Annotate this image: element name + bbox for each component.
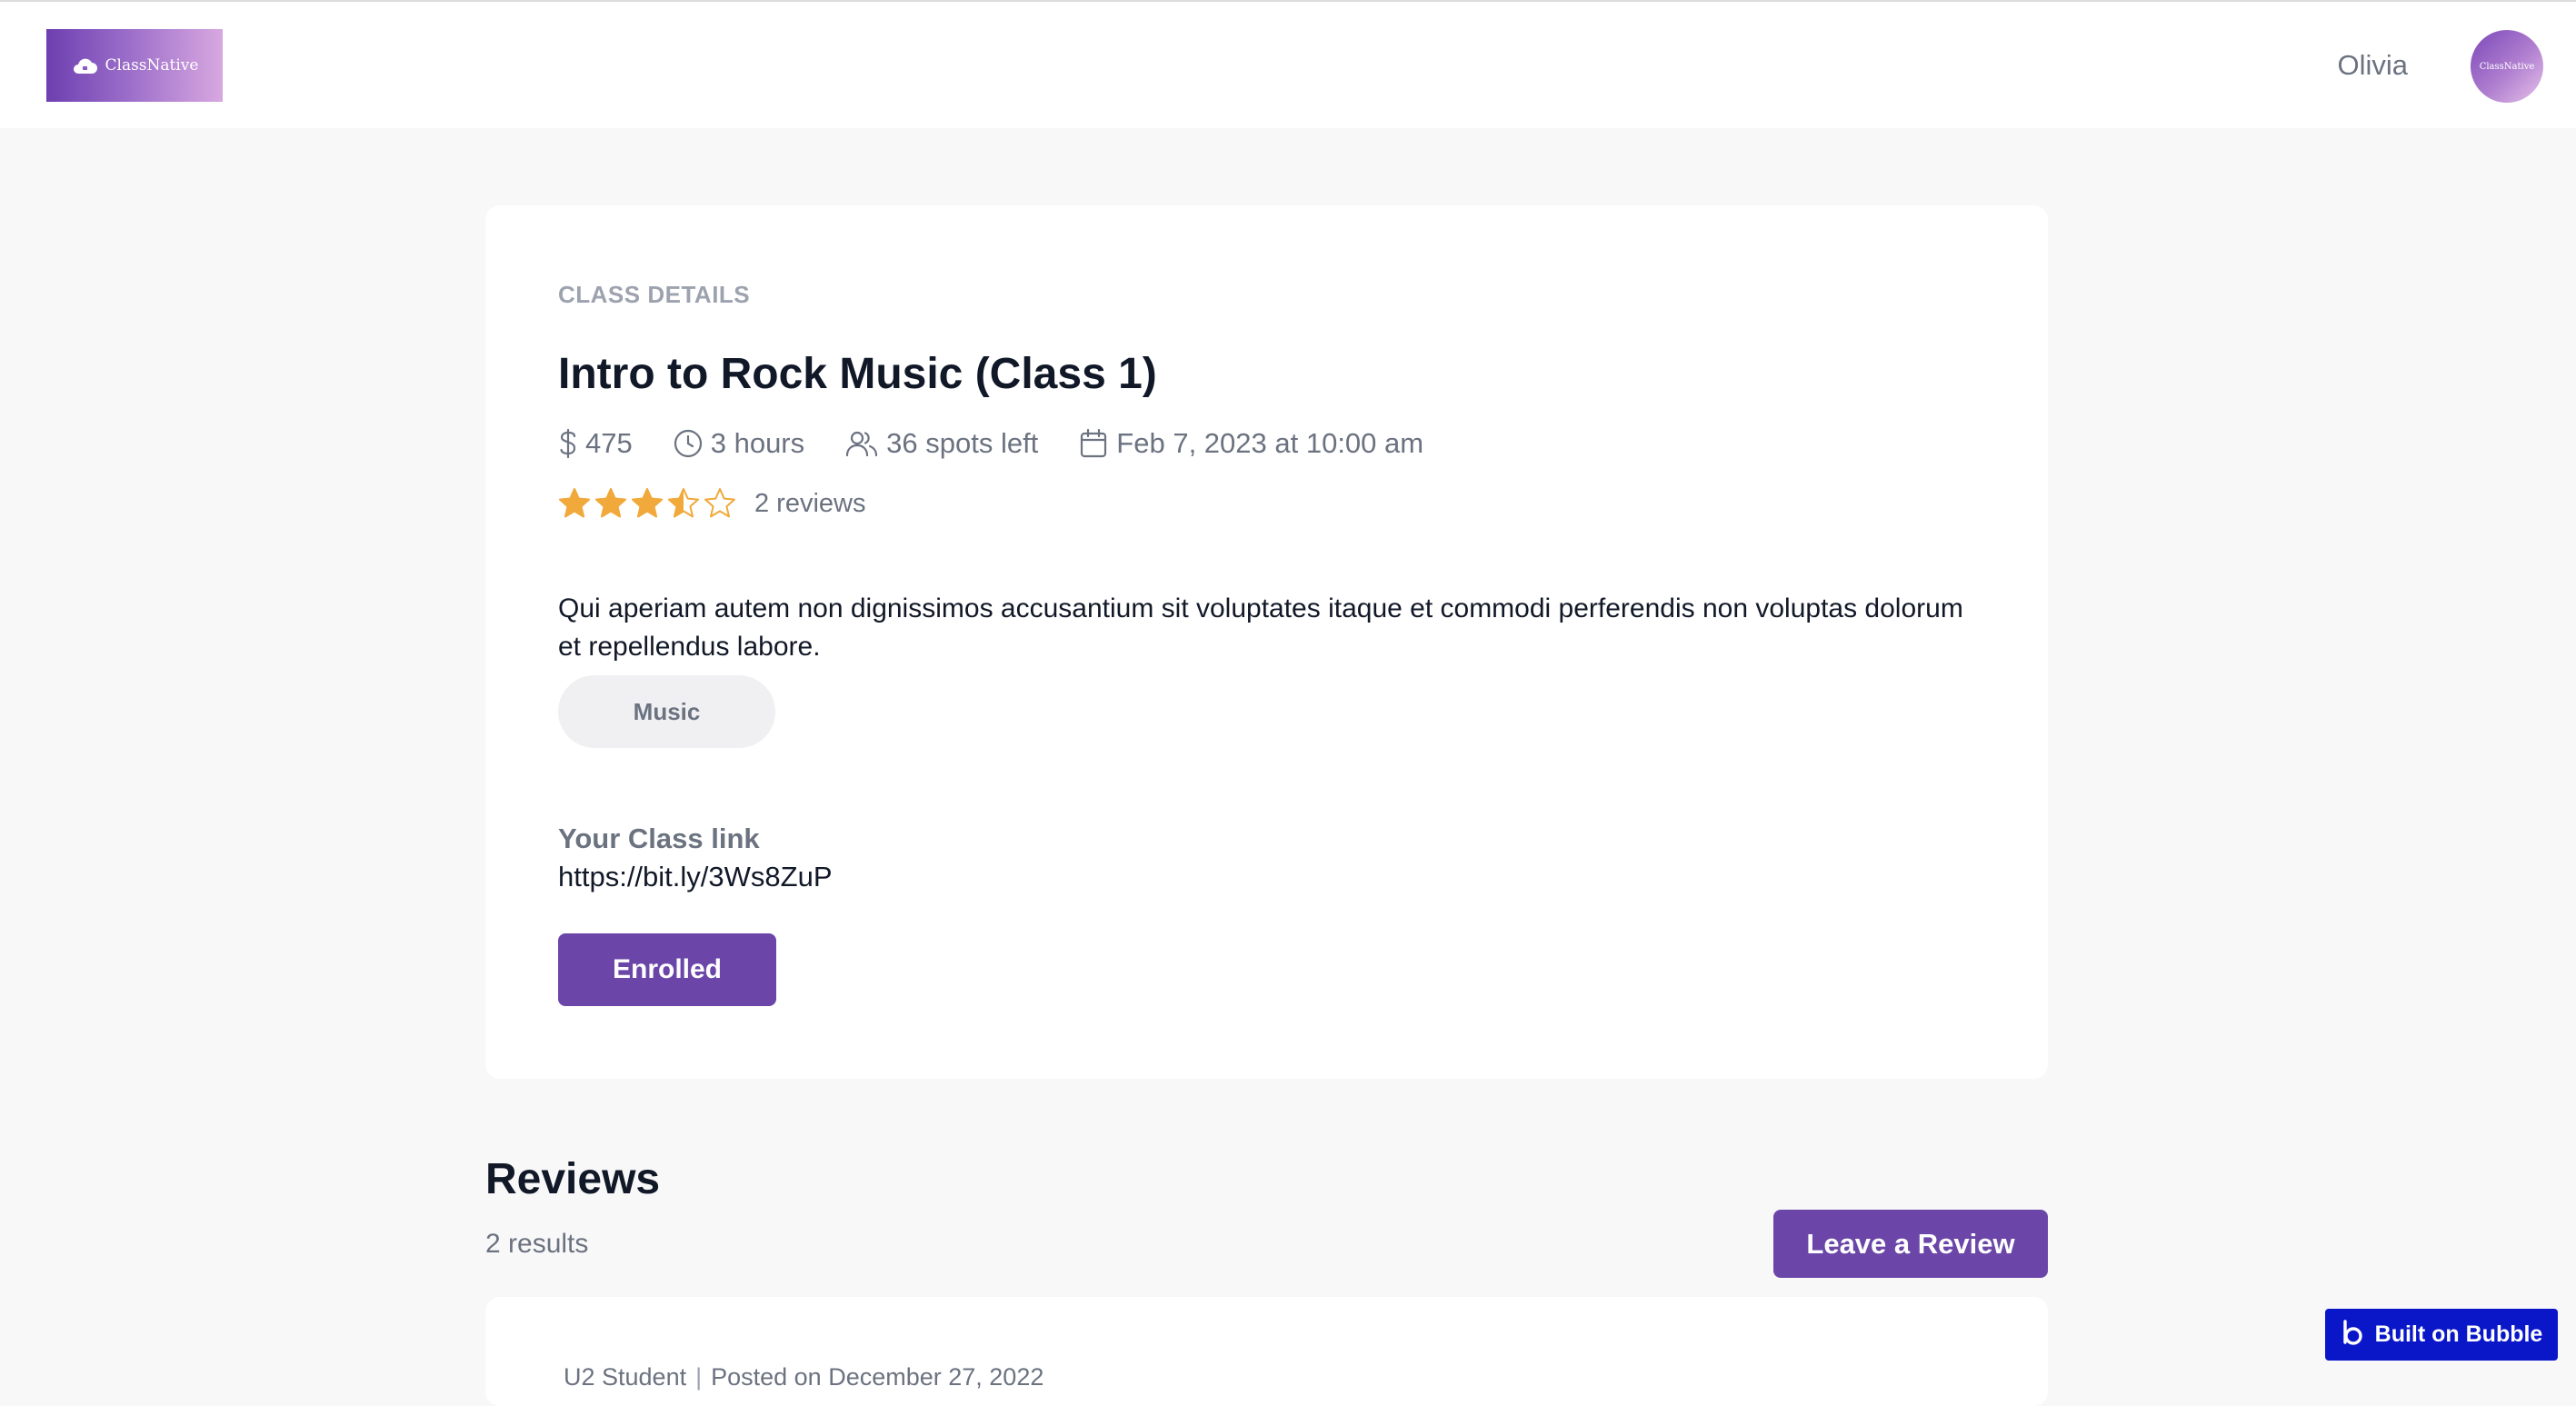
top-nav: ClassNative Olivia ClassNative [0,2,2576,128]
review-date: Posted on December 27, 2022 [711,1363,1044,1391]
bubble-logo-icon [2341,1319,2364,1351]
badge-label: Built on Bubble [2374,1321,2543,1347]
duration-meta: 3 hours [673,427,804,460]
date-meta: Feb 7, 2023 at 10:00 am [1078,427,1423,460]
class-link-label: Your Class link [558,823,760,854]
star-icon [668,488,699,518]
dollar-icon [558,428,578,459]
class-title: Intro to Rock Music (Class 1) [558,350,1157,398]
built-on-bubble-badge[interactable]: Built on Bubble [2325,1309,2558,1361]
spots-meta: 36 spots left [844,427,1038,460]
section-eyebrow: CLASS DETAILS [558,281,751,308]
clock-icon [673,428,704,459]
star-rating [558,487,736,520]
spots-text: 36 spots left [886,427,1039,459]
review-meta: U2 Student | Posted on December 27, 2022 [564,1363,1043,1391]
separator: | [695,1363,703,1391]
users-icon [844,428,879,459]
category-tag[interactable]: Music [558,675,775,748]
classnative-logo[interactable]: ClassNative [46,29,223,102]
avatar-label: ClassNative [2479,61,2535,72]
enrolled-button[interactable]: Enrolled [558,933,776,1006]
star-icon [704,488,735,518]
review-card: U2 Student | Posted on December 27, 2022 [485,1297,2048,1406]
results-count: 2 results [485,1229,589,1259]
review-author: U2 Student [564,1363,687,1391]
rating-row: 2 reviews [558,487,866,520]
star-icon [595,488,626,518]
star-icon [559,488,590,518]
reviews-heading: Reviews [485,1155,661,1203]
leave-review-button[interactable]: Leave a Review [1773,1210,2048,1278]
cloud-icon [71,56,98,75]
price-meta: 475 [558,427,633,460]
duration-text: 3 hours [710,427,805,459]
price-text: 475 [585,427,633,459]
logo-text: ClassNative [105,56,199,75]
user-name[interactable]: Olivia [2337,49,2408,82]
reviews-count[interactable]: 2 reviews [754,489,866,519]
star-icon [632,488,663,518]
class-link[interactable]: https://bit.ly/3Ws8ZuP [558,861,833,893]
avatar[interactable]: ClassNative [2471,30,2543,103]
calendar-icon [1078,428,1109,459]
class-meta: 475 3 hours 36 spots left Feb 7, 2023 at… [558,427,1423,460]
class-description: Qui aperiam autem non dignissimos accusa… [558,593,1963,662]
class-details-card: CLASS DETAILS Intro to Rock Music (Class… [485,205,2048,1079]
date-text: Feb 7, 2023 at 10:00 am [1116,427,1424,459]
